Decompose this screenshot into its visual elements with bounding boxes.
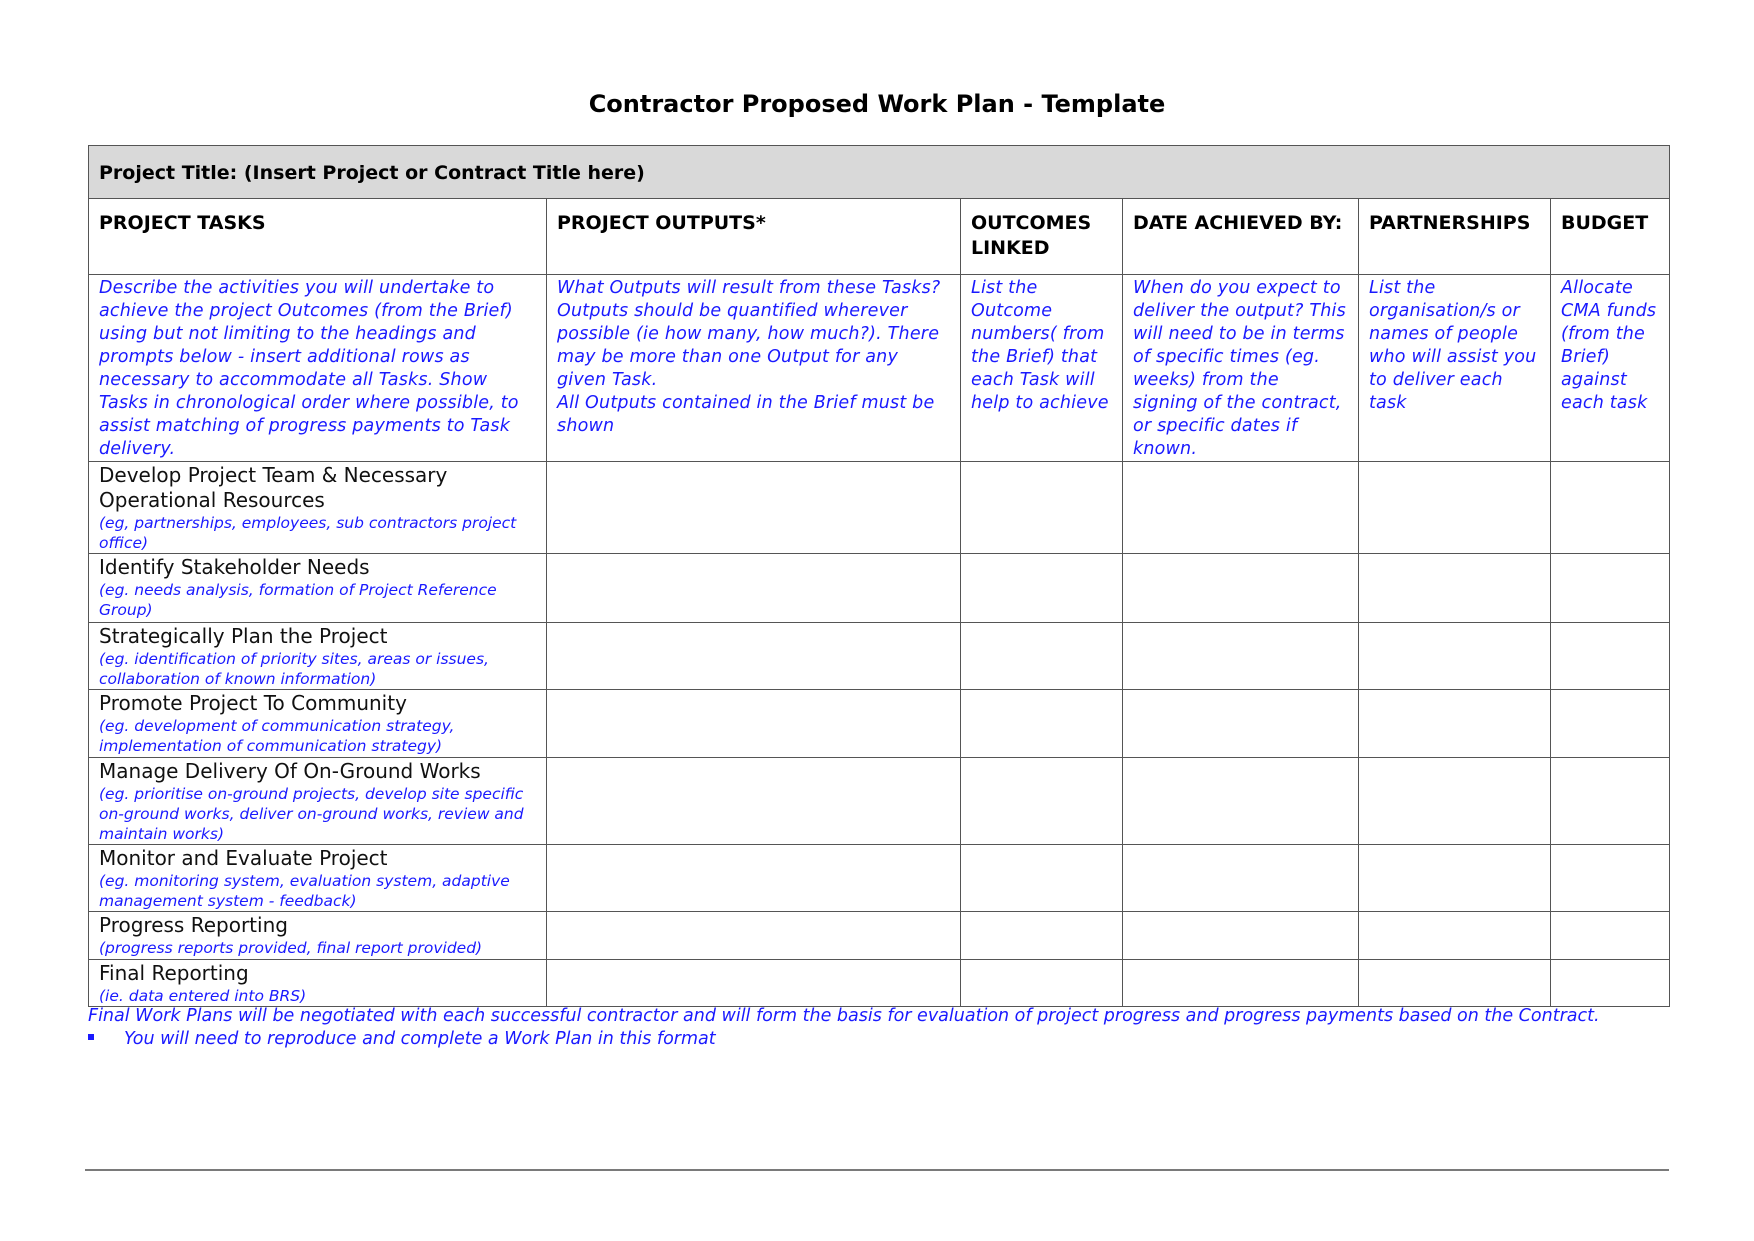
table-row: Promote Project To Community (eg. develop… [88, 689, 1671, 758]
outcomes-cell[interactable] [960, 844, 1123, 912]
budget-cell[interactable] [1549, 959, 1671, 1007]
outputs-cell[interactable] [546, 553, 961, 623]
task-cell[interactable]: Promote Project To Community (eg. develop… [88, 689, 547, 758]
task-hint: (ie. data entered into BRS) [99, 987, 307, 1005]
header-outcomes-linked: OUTCOMES LINKED [960, 198, 1123, 275]
outputs-cell[interactable] [546, 622, 961, 690]
header-project-outputs: PROJECT OUTPUTS* [546, 198, 961, 275]
instruction-outcomes: List the Outcome numbers( from the Brief… [960, 274, 1123, 462]
footer-bullet-item: You will need to reproduce and complete … [88, 1028, 716, 1051]
task-hint: (eg. identification of priority sites, a… [99, 650, 489, 688]
task-name: Progress Reporting [99, 913, 288, 937]
instruction-tasks: Describe the activities you will underta… [88, 274, 547, 462]
partnerships-cell[interactable] [1358, 844, 1551, 912]
outputs-cell[interactable] [546, 689, 961, 758]
task-hint: (eg. needs analysis, formation of Projec… [99, 581, 497, 619]
outcomes-cell[interactable] [960, 757, 1123, 845]
work-plan-table: Project Title: (Insert Project or Contra… [87, 145, 1671, 1007]
table-row: Identify Stakeholder Needs (eg. needs ana… [88, 553, 1671, 623]
partnerships-cell[interactable] [1358, 757, 1551, 845]
task-name: Promote Project To Community [99, 691, 407, 715]
partnerships-cell[interactable] [1358, 461, 1551, 554]
budget-cell[interactable] [1549, 911, 1671, 960]
task-name: Strategically Plan the Project [99, 624, 388, 648]
outcomes-cell[interactable] [960, 911, 1123, 960]
task-name: Final Reporting [99, 961, 249, 985]
table-row: Final Reporting (ie. data entered into BR… [88, 959, 1671, 1007]
budget-cell[interactable] [1549, 757, 1671, 845]
task-cell[interactable]: Identify Stakeholder Needs (eg. needs ana… [88, 553, 547, 623]
task-hint: (eg. monitoring system, evaluation syste… [99, 872, 510, 910]
budget-cell[interactable] [1549, 461, 1671, 554]
header-date-achieved: DATE ACHIEVED BY: [1122, 198, 1359, 275]
header-partnerships: PARTNERSHIPS [1358, 198, 1551, 275]
task-name: Develop Project Team & Necessary Operati… [99, 463, 448, 512]
outcomes-cell[interactable] [960, 622, 1123, 690]
footer-note: Final Work Plans will be negotiated with… [88, 1006, 1600, 1026]
date-cell[interactable] [1122, 757, 1359, 845]
partnerships-cell[interactable] [1358, 553, 1551, 623]
outputs-cell[interactable] [546, 844, 961, 912]
task-hint: (eg. prioritise on-ground projects, deve… [99, 785, 524, 843]
partnerships-cell[interactable] [1358, 959, 1551, 1007]
date-cell[interactable] [1122, 553, 1359, 623]
task-name: Manage Delivery Of On-Ground Works [99, 759, 481, 783]
partnerships-cell[interactable] [1358, 622, 1551, 690]
table-row: Strategically Plan the Project (eg. ident… [88, 622, 1671, 690]
header-project-tasks: PROJECT TASKS [88, 198, 547, 275]
outputs-cell[interactable] [546, 911, 961, 960]
header-row: PROJECT TASKS PROJECT OUTPUTS* OUTCOMES … [88, 198, 1671, 275]
table-row: Monitor and Evaluate Project (eg. monitor… [88, 844, 1671, 912]
instruction-budget: Allocate CMA funds (from the Brief) agai… [1549, 274, 1671, 462]
footer-bullet-text: You will need to reproduce and complete … [124, 1029, 716, 1049]
outputs-cell[interactable] [546, 757, 961, 845]
table-row: Manage Delivery Of On-Ground Works (eg. p… [88, 757, 1671, 845]
task-cell[interactable]: Manage Delivery Of On-Ground Works (eg. p… [88, 757, 547, 845]
task-cell[interactable]: Progress Reporting (progress reports prov… [88, 911, 547, 960]
instruction-partnerships: List the organisation/s or names of peop… [1358, 274, 1551, 462]
outcomes-cell[interactable] [960, 461, 1123, 554]
partnerships-cell[interactable] [1358, 689, 1551, 758]
date-cell[interactable] [1122, 844, 1359, 912]
budget-cell[interactable] [1549, 689, 1671, 758]
instruction-row: Describe the activities you will underta… [88, 274, 1671, 462]
task-name: Identify Stakeholder Needs [99, 555, 370, 579]
outcomes-cell[interactable] [960, 553, 1123, 623]
budget-cell[interactable] [1549, 622, 1671, 690]
partnerships-cell[interactable] [1358, 911, 1551, 960]
date-cell[interactable] [1122, 959, 1359, 1007]
date-cell[interactable] [1122, 461, 1359, 554]
footer-divider [85, 1169, 1669, 1171]
outputs-cell[interactable] [546, 959, 961, 1007]
instruction-outputs-text: What Outputs will result from these Task… [557, 278, 941, 390]
instruction-outputs-text-2: All Outputs contained in the Brief must … [557, 393, 935, 436]
project-title-row: Project Title: (Insert Project or Contra… [87, 145, 1671, 199]
task-cell[interactable]: Monitor and Evaluate Project (eg. monitor… [88, 844, 547, 912]
task-hint: (eg, partnerships, employees, sub contra… [99, 514, 517, 552]
header-budget: BUDGET [1549, 198, 1671, 275]
task-cell[interactable]: Strategically Plan the Project (eg. ident… [88, 622, 547, 690]
task-cell[interactable]: Final Reporting (ie. data entered into BR… [88, 959, 547, 1007]
bullet-icon [88, 1034, 94, 1040]
date-cell[interactable] [1122, 911, 1359, 960]
outputs-cell[interactable] [546, 461, 961, 554]
outcomes-cell[interactable] [960, 689, 1123, 758]
outcomes-cell[interactable] [960, 959, 1123, 1007]
date-cell[interactable] [1122, 622, 1359, 690]
project-title-cell[interactable]: Project Title: (Insert Project or Contra… [87, 145, 1671, 199]
task-hint: (progress reports provided, final report… [99, 939, 483, 957]
table-row: Progress Reporting (progress reports prov… [88, 911, 1671, 960]
task-name: Monitor and Evaluate Project [99, 846, 388, 870]
task-hint: (eg. development of communication strate… [99, 717, 455, 755]
budget-cell[interactable] [1549, 553, 1671, 623]
date-cell[interactable] [1122, 689, 1359, 758]
instruction-date: When do you expect to deliver the output… [1122, 274, 1359, 462]
instruction-outputs: What Outputs will result from these Task… [546, 274, 961, 462]
document-title: Contractor Proposed Work Plan - Template [588, 90, 1166, 118]
budget-cell[interactable] [1549, 844, 1671, 912]
task-cell[interactable]: Develop Project Team & Necessary Operati… [88, 461, 547, 554]
table-row: Develop Project Team & Necessary Operati… [88, 461, 1671, 554]
